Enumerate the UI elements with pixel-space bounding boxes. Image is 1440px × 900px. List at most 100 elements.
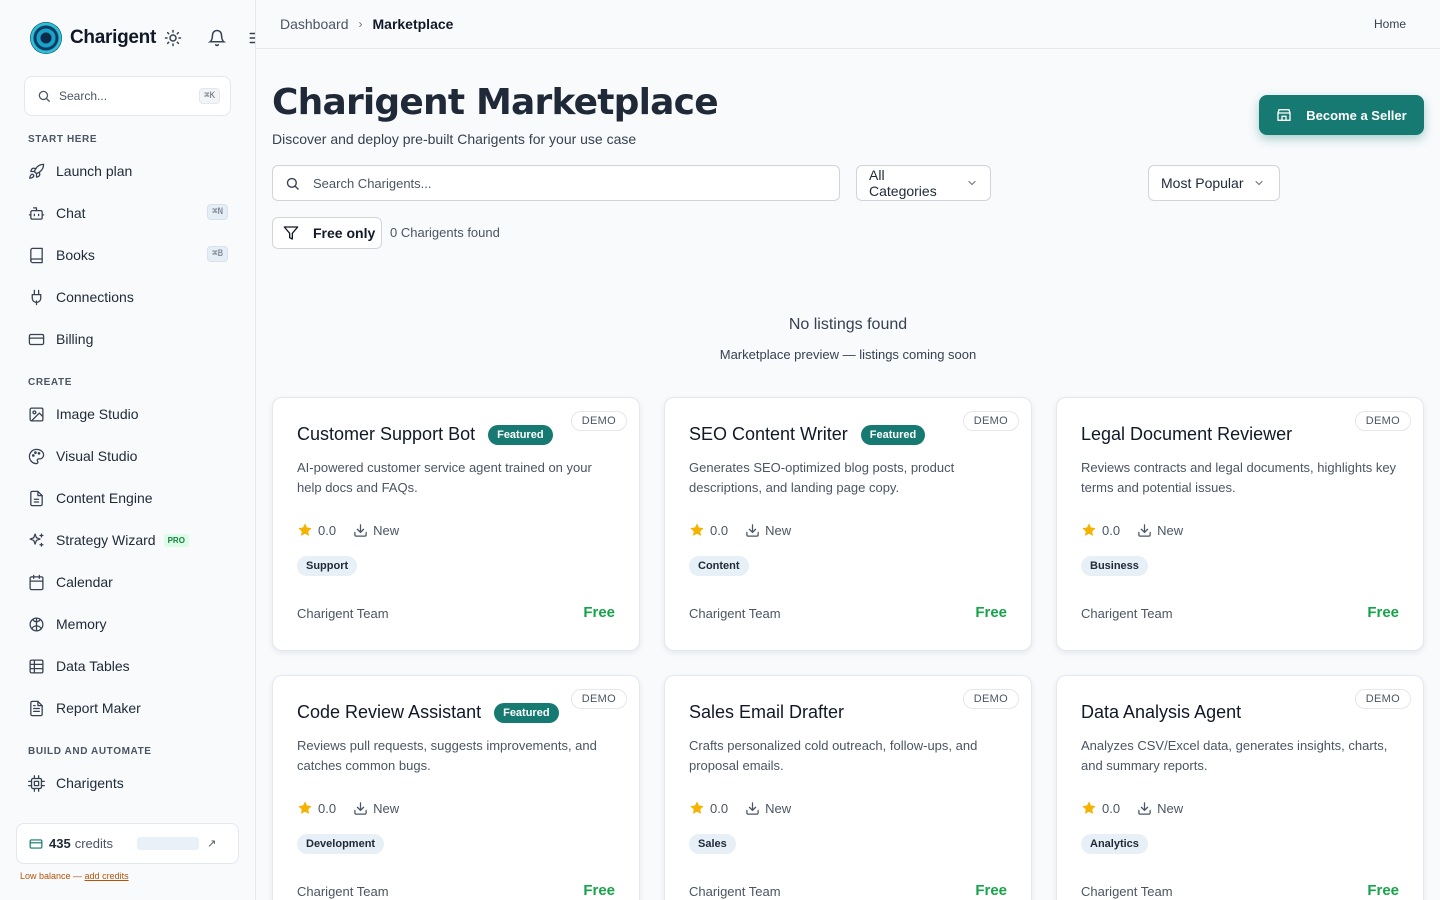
chat-shortcut: ⌘N bbox=[207, 204, 228, 220]
sort-select[interactable]: Most Popular bbox=[1148, 165, 1280, 201]
search-icon bbox=[38, 90, 50, 102]
credits-bar bbox=[137, 837, 199, 850]
home-link[interactable]: Home bbox=[1374, 17, 1406, 31]
sidebar-item-calendar[interactable]: Calendar bbox=[24, 566, 232, 598]
card-installs: New bbox=[373, 800, 400, 816]
credits-amount: 435 bbox=[49, 836, 71, 851]
cpu-icon bbox=[28, 774, 45, 792]
category-tag: Content bbox=[689, 556, 749, 576]
listing-card[interactable]: DEMO SEO Content Writer Featured Generat… bbox=[664, 397, 1032, 651]
sidebar-item-data-tables[interactable]: Data Tables bbox=[24, 650, 232, 682]
section-create: CREATE bbox=[28, 377, 72, 388]
logo bbox=[30, 22, 62, 54]
topbar: Dashboard › Marketplace Home bbox=[256, 0, 1440, 49]
card-title: Sales Email Drafter bbox=[689, 702, 845, 722]
sidebar-item-launch-plan[interactable]: Launch plan bbox=[24, 155, 232, 187]
clipboard-icon bbox=[28, 700, 45, 717]
section-build: BUILD AND AUTOMATE bbox=[28, 746, 152, 757]
card-author: Charigent Team bbox=[689, 606, 781, 621]
brand-name: Charigent bbox=[70, 27, 156, 48]
sidebar-item-charigents[interactable]: Charigents bbox=[24, 767, 232, 799]
demo-badge: DEMO bbox=[1354, 689, 1411, 709]
sidebar-item-image-studio[interactable]: Image Studio bbox=[24, 398, 232, 430]
card-stats: 0.0 New bbox=[297, 800, 399, 816]
category-select[interactable]: All Categories bbox=[856, 165, 991, 201]
demo-badge: DEMO bbox=[962, 411, 1019, 431]
sidebar-item-books[interactable]: Books ⌘B bbox=[24, 239, 232, 271]
sidebar-item-connections[interactable]: Connections bbox=[24, 281, 232, 313]
card-title-row: Code Review Assistant Featured bbox=[297, 702, 559, 723]
sidebar-item-chat[interactable]: Chat ⌘N bbox=[24, 197, 232, 229]
listing-card[interactable]: DEMO Customer Support Bot Featured AI-po… bbox=[272, 397, 640, 651]
become-seller-button[interactable]: Become a Seller bbox=[1259, 95, 1424, 135]
card-author: Charigent Team bbox=[297, 606, 389, 621]
download-icon bbox=[353, 801, 368, 816]
sort-value: Most Popular bbox=[1161, 175, 1244, 191]
listing-card[interactable]: DEMO Code Review Assistant Featured Revi… bbox=[272, 675, 640, 900]
sidebar-item-label: Visual Studio bbox=[56, 448, 138, 464]
download-icon bbox=[1137, 523, 1152, 538]
card-rating: 0.0 bbox=[710, 800, 729, 816]
marketplace-search-input[interactable]: Search Charigents... bbox=[272, 165, 840, 201]
image-icon bbox=[28, 406, 45, 423]
card-description: Analyzes CSV/Excel data, generates insig… bbox=[1081, 738, 1388, 773]
breadcrumb: Dashboard › Marketplace bbox=[280, 16, 453, 32]
listing-card[interactable]: DEMO Data Analysis Agent Analyzes CSV/Ex… bbox=[1056, 675, 1424, 900]
download-icon bbox=[745, 801, 760, 816]
card-rating: 0.0 bbox=[710, 522, 729, 538]
card-installs: New bbox=[1157, 522, 1184, 538]
card-installs: New bbox=[765, 522, 792, 538]
sidebar-item-content-engine[interactable]: Content Engine bbox=[24, 482, 232, 514]
listing-card[interactable]: DEMO Legal Document Reviewer Reviews con… bbox=[1056, 397, 1424, 651]
bell-icon[interactable] bbox=[208, 29, 226, 47]
free-only-filter[interactable]: Free only bbox=[272, 217, 382, 249]
star-icon bbox=[689, 522, 705, 538]
palette-icon bbox=[28, 448, 45, 465]
sidebar-item-label: Charigents bbox=[56, 775, 124, 791]
sidebar-search[interactable]: Search... ⌘K bbox=[24, 76, 231, 116]
calendar-icon bbox=[28, 574, 45, 591]
card-price: Free bbox=[975, 604, 1007, 621]
credit-card-icon bbox=[28, 331, 45, 348]
credits-widget[interactable]: 435 credits ↗ bbox=[16, 823, 239, 864]
low-balance-text: Low balance — bbox=[20, 871, 85, 881]
card-description: Reviews pull requests, suggests improvem… bbox=[297, 738, 597, 773]
breadcrumb-dashboard[interactable]: Dashboard bbox=[280, 16, 349, 32]
card-description: Reviews contracts and legal documents, h… bbox=[1081, 460, 1397, 495]
card-price: Free bbox=[583, 882, 615, 899]
sidebar-item-visual-studio[interactable]: Visual Studio bbox=[24, 440, 232, 472]
results-count: 0 Charigents found bbox=[390, 225, 500, 240]
category-tag: Support bbox=[297, 556, 358, 576]
category-tag: Sales bbox=[689, 834, 736, 854]
card-author: Charigent Team bbox=[689, 884, 781, 899]
sidebar-item-memory[interactable]: Memory bbox=[24, 608, 232, 640]
sparkles-icon bbox=[28, 532, 45, 549]
sidebar-item-report-maker[interactable]: Report Maker bbox=[24, 692, 232, 724]
card-rating: 0.0 bbox=[318, 522, 337, 538]
menu-icon[interactable] bbox=[248, 29, 255, 47]
sidebar-item-billing[interactable]: Billing bbox=[24, 323, 232, 355]
demo-badge: DEMO bbox=[570, 411, 627, 431]
card-installs: New bbox=[765, 800, 792, 816]
brand[interactable]: Charigent bbox=[30, 22, 156, 54]
star-icon bbox=[297, 800, 313, 816]
empty-state-subtitle: Marketplace preview — listings coming so… bbox=[719, 347, 977, 362]
card-description: AI-powered customer service agent traine… bbox=[297, 460, 592, 495]
card-author: Charigent Team bbox=[297, 884, 389, 899]
search-icon bbox=[286, 177, 299, 190]
sidebar-item-label: Strategy Wizard bbox=[56, 532, 156, 548]
sun-icon[interactable] bbox=[164, 29, 182, 47]
sidebar-item-label: Calendar bbox=[56, 574, 113, 590]
sidebar-item-label: Data Tables bbox=[56, 658, 130, 674]
add-credits-link[interactable]: add credits bbox=[85, 871, 129, 881]
card-price: Free bbox=[1367, 604, 1399, 621]
plug-icon bbox=[28, 289, 45, 306]
external-arrow-icon[interactable]: ↗ bbox=[207, 837, 216, 850]
category-tag: Business bbox=[1081, 556, 1148, 576]
sidebar-item-strategy-wizard[interactable]: Strategy Wizard PRO bbox=[24, 524, 232, 556]
demo-badge: DEMO bbox=[570, 689, 627, 709]
page-subtitle: Discover and deploy pre-built Charigents… bbox=[272, 131, 637, 147]
card-price: Free bbox=[1367, 882, 1399, 899]
listing-card[interactable]: DEMO Sales Email Drafter Crafts personal… bbox=[664, 675, 1032, 900]
empty-state-title: No listings found bbox=[788, 316, 908, 333]
